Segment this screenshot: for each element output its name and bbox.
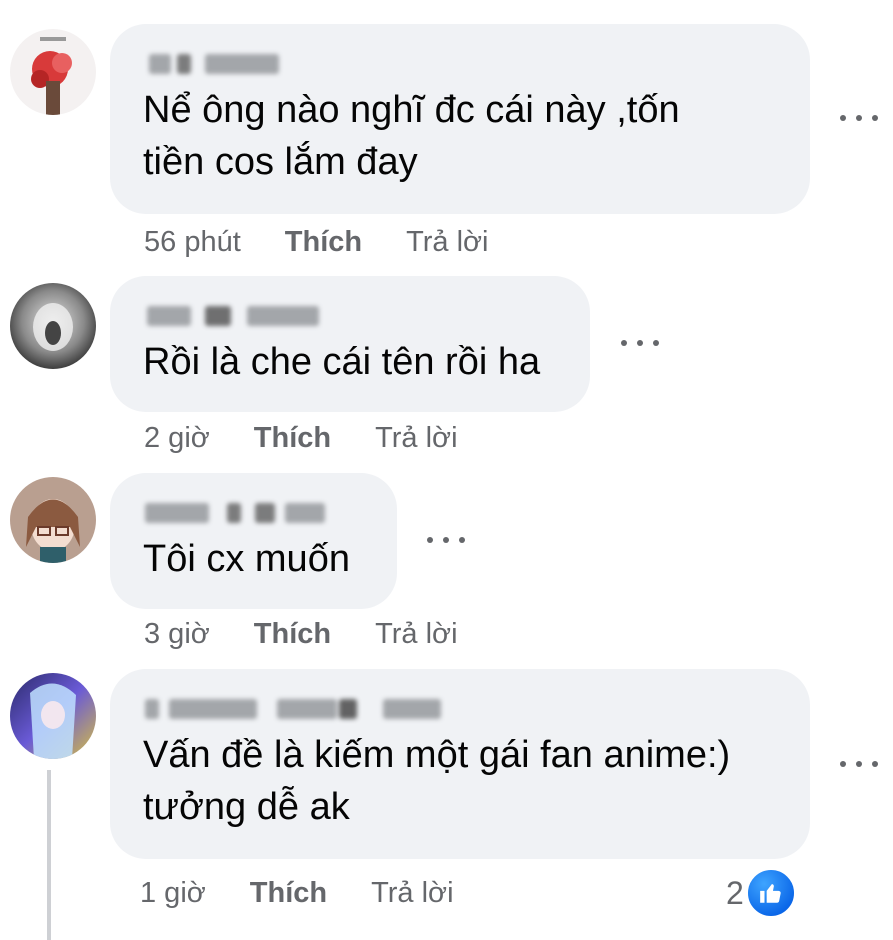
comment-text: Vấn đề là kiếm một gái fan anime:) tưởng… [143, 734, 731, 828]
commenter-name-blurred[interactable] [143, 695, 778, 721]
comment-bubble: Vấn đề là kiếm một gái fan anime:) tưởng… [110, 669, 810, 859]
more-options-icon[interactable] [421, 525, 471, 555]
comment-text: Rồi là che cái tên rồi ha [143, 341, 541, 383]
reply-button[interactable]: Trả lời [375, 422, 457, 455]
like-button[interactable]: Thích [254, 618, 331, 651]
more-options-icon[interactable] [834, 749, 884, 779]
timestamp[interactable]: 2 giờ [144, 422, 210, 455]
timestamp[interactable]: 3 giờ [144, 618, 210, 651]
avatar[interactable] [10, 477, 96, 563]
avatar[interactable] [10, 29, 96, 115]
comment-bubble: Nể ông nào nghĩ đc cái này ,tốn tiền cos… [110, 24, 810, 214]
reply-thread-line [47, 770, 51, 940]
comment-text: Nể ông nào nghĩ đc cái này ,tốn tiền cos… [143, 89, 680, 183]
more-options-icon[interactable] [615, 328, 665, 358]
reply-button[interactable]: Trả lời [375, 618, 457, 651]
avatar[interactable] [10, 283, 96, 369]
comment-actions: 1 giờ Thích Trả lời [140, 877, 498, 910]
comment-text: Tôi cx muốn [143, 538, 350, 580]
comment-bubble: Rồi là che cái tên rồi ha [110, 276, 590, 412]
like-button[interactable]: Thích [250, 877, 327, 910]
comment-actions: 2 giờ Thích Trả lời [144, 422, 502, 455]
comment-actions: 56 phút Thích Trả lời [144, 226, 533, 259]
reaction-count: 2 [726, 874, 744, 911]
like-reaction-icon [745, 868, 796, 918]
avatar[interactable] [10, 673, 96, 759]
reaction-summary[interactable]: 2 [726, 868, 796, 918]
comment-actions: 3 giờ Thích Trả lời [144, 618, 502, 651]
more-options-icon[interactable] [834, 103, 884, 133]
comment-bubble: Tôi cx muốn [110, 473, 397, 609]
timestamp[interactable]: 1 giờ [140, 877, 206, 910]
commenter-name-blurred[interactable] [143, 302, 558, 328]
reply-button[interactable]: Trả lời [371, 877, 453, 910]
like-button[interactable]: Thích [254, 422, 331, 455]
commenter-name-blurred[interactable] [143, 50, 778, 76]
timestamp[interactable]: 56 phút [144, 226, 241, 259]
commenter-name-blurred[interactable] [143, 499, 365, 525]
reply-button[interactable]: Trả lời [406, 226, 488, 259]
like-button[interactable]: Thích [285, 226, 362, 259]
